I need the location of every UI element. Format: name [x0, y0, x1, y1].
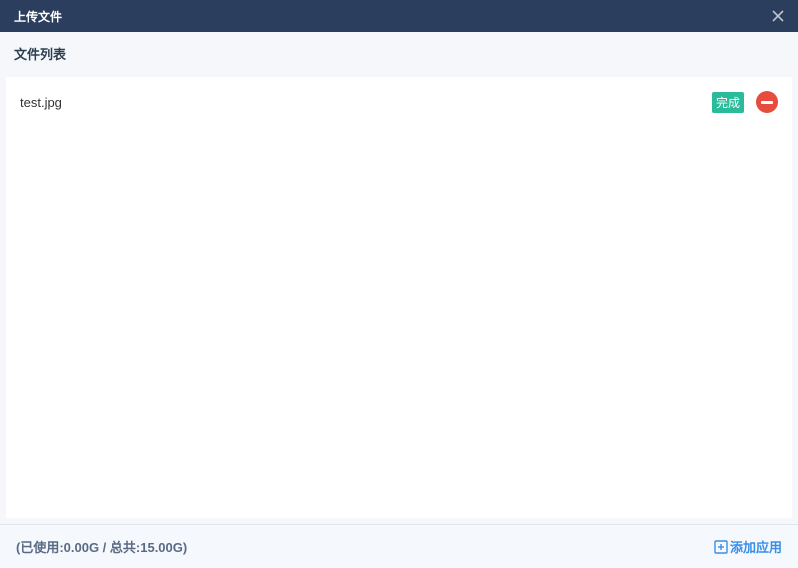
status-badge: 完成: [712, 92, 744, 113]
dialog-title: 上传文件: [14, 8, 62, 25]
add-app-label: 添加应用: [730, 537, 782, 556]
file-list: test.jpg 完成: [6, 77, 792, 518]
file-list-title: 文件列表: [0, 32, 798, 77]
plus-box-icon: [714, 540, 728, 554]
remove-file-button[interactable]: [756, 91, 778, 113]
dialog-footer: (已使用:0.00G / 总共:15.00G) 添加应用: [0, 524, 798, 568]
storage-info: (已使用:0.00G / 总共:15.00G): [16, 537, 187, 556]
close-button[interactable]: [768, 6, 788, 26]
file-name: test.jpg: [20, 95, 712, 110]
close-icon: [772, 10, 784, 22]
file-item: test.jpg 完成: [6, 77, 792, 127]
dialog-header: 上传文件: [0, 0, 798, 32]
minus-icon: [761, 101, 773, 104]
upload-dialog: 上传文件 文件列表 test.jpg 完成 (已使用:0.00G / 总共:15…: [0, 0, 798, 568]
add-app-button[interactable]: 添加应用: [714, 537, 782, 556]
